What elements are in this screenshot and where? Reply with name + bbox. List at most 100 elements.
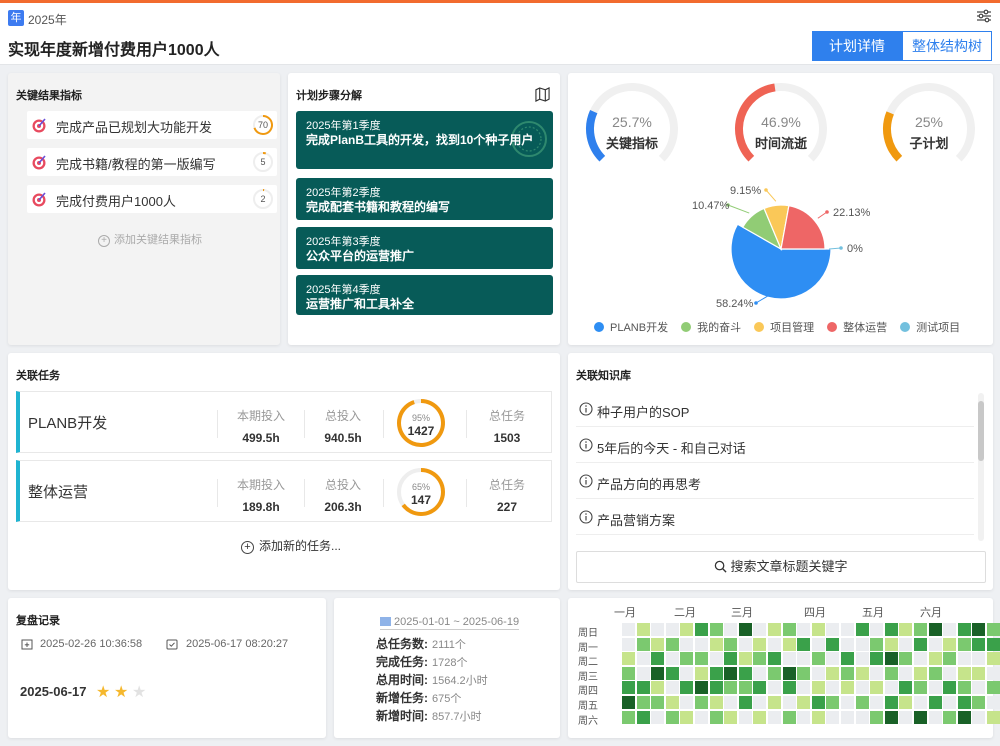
heatmap-day-cell[interactable] <box>972 666 986 680</box>
heatmap-day-cell[interactable] <box>957 696 971 709</box>
task-row[interactable]: 整体运营 本期投入 189.8h 总投入 206.3h 65% 147 总任务 227 <box>16 460 552 522</box>
heatmap-day-cell[interactable] <box>928 652 942 666</box>
heatmap-day-cell[interactable] <box>987 696 1000 709</box>
heatmap-day-cell[interactable] <box>797 710 811 724</box>
heatmap-day-cell[interactable] <box>622 666 635 680</box>
heatmap-day-cell[interactable] <box>665 623 679 636</box>
heatmap-day-cell[interactable] <box>884 710 898 724</box>
heatmap-day-cell[interactable] <box>884 681 898 695</box>
heatmap-day-cell[interactable] <box>709 681 723 695</box>
heatmap-day-cell[interactable] <box>928 666 942 680</box>
heatmap-day-cell[interactable] <box>782 652 796 666</box>
heatmap-day-cell[interactable] <box>914 710 927 724</box>
heatmap-day-cell[interactable] <box>928 710 942 724</box>
heatmap-day-cell[interactable] <box>841 681 854 695</box>
heatmap-day-cell[interactable] <box>636 637 650 651</box>
heatmap-day-cell[interactable] <box>651 623 665 636</box>
heatmap-day-cell[interactable] <box>680 710 694 724</box>
heatmap-day-cell[interactable] <box>957 652 971 666</box>
heatmap-day-cell[interactable] <box>738 710 752 724</box>
settings-sliders-icon[interactable] <box>976 9 992 23</box>
legend-item[interactable]: 我的奋斗 <box>681 319 741 335</box>
heatmap-day-cell[interactable] <box>797 681 811 695</box>
heatmap-day-cell[interactable] <box>695 637 708 651</box>
heatmap-day-cell[interactable] <box>651 637 665 651</box>
heatmap-day-cell[interactable] <box>870 696 884 709</box>
heatmap-day-cell[interactable] <box>797 666 811 680</box>
heatmap-day-cell[interactable] <box>826 666 840 680</box>
knowledge-article-item[interactable]: 种子用户的SOP <box>576 391 974 427</box>
heatmap-day-cell[interactable] <box>665 637 679 651</box>
heatmap-day-cell[interactable] <box>884 652 898 666</box>
heatmap-day-cell[interactable] <box>680 696 694 709</box>
heatmap-day-cell[interactable] <box>709 710 723 724</box>
heatmap-day-cell[interactable] <box>768 681 781 695</box>
knowledge-article-item[interactable]: 产品营销方案 <box>576 499 974 535</box>
heatmap-day-cell[interactable] <box>738 681 752 695</box>
heatmap-day-cell[interactable] <box>914 652 927 666</box>
heatmap-day-cell[interactable] <box>724 696 738 709</box>
heatmap-day-cell[interactable] <box>811 652 825 666</box>
task-row[interactable]: PLANB开发 本期投入 499.5h 总投入 940.5h 95% 1427 总任务 1503 <box>16 391 552 453</box>
heatmap-day-cell[interactable] <box>972 681 986 695</box>
heatmap-day-cell[interactable] <box>724 710 738 724</box>
heatmap-day-cell[interactable] <box>768 623 781 636</box>
heatmap-day-cell[interactable] <box>695 696 708 709</box>
heatmap-day-cell[interactable] <box>622 710 635 724</box>
heatmap-day-cell[interactable] <box>709 652 723 666</box>
heatmap-day-cell[interactable] <box>811 710 825 724</box>
heatmap-day-cell[interactable] <box>636 623 650 636</box>
heatmap-day-cell[interactable] <box>914 696 927 709</box>
heatmap-day-cell[interactable] <box>738 696 752 709</box>
heatmap-day-cell[interactable] <box>943 623 957 636</box>
heatmap-day-cell[interactable] <box>841 652 854 666</box>
add-task-button[interactable]: + 添加新的任务... <box>241 537 341 554</box>
heatmap-day-cell[interactable] <box>695 652 708 666</box>
heatmap-day-cell[interactable] <box>855 681 869 695</box>
key-result-item[interactable]: 完成付费用户1000人 2 <box>27 185 277 213</box>
heatmap-day-cell[interactable] <box>987 666 1000 680</box>
heatmap-day-cell[interactable] <box>899 681 913 695</box>
heatmap-day-cell[interactable] <box>841 623 854 636</box>
heatmap-day-cell[interactable] <box>709 637 723 651</box>
heatmap-day-cell[interactable] <box>826 710 840 724</box>
heatmap-day-cell[interactable] <box>665 652 679 666</box>
heatmap-day-cell[interactable] <box>855 637 869 651</box>
legend-item[interactable]: 整体运营 <box>827 319 887 335</box>
heatmap-day-cell[interactable] <box>943 652 957 666</box>
heatmap-day-cell[interactable] <box>826 652 840 666</box>
heatmap-day-cell[interactable] <box>870 652 884 666</box>
heatmap-day-cell[interactable] <box>914 681 927 695</box>
heatmap-day-cell[interactable] <box>811 696 825 709</box>
heatmap-day-cell[interactable] <box>914 666 927 680</box>
heatmap-day-cell[interactable] <box>782 710 796 724</box>
heatmap-day-cell[interactable] <box>855 666 869 680</box>
heatmap-day-cell[interactable] <box>855 710 869 724</box>
heatmap-day-cell[interactable] <box>797 637 811 651</box>
heatmap-day-cell[interactable] <box>811 637 825 651</box>
heatmap-day-cell[interactable] <box>636 666 650 680</box>
legend-item[interactable]: PLANB开发 <box>594 319 668 335</box>
heatmap-day-cell[interactable] <box>987 637 1000 651</box>
heatmap-day-cell[interactable] <box>753 681 767 695</box>
heatmap-day-cell[interactable] <box>636 652 650 666</box>
heatmap-day-cell[interactable] <box>738 666 752 680</box>
heatmap-day-cell[interactable] <box>724 637 738 651</box>
heatmap-day-cell[interactable] <box>724 623 738 636</box>
heatmap-day-cell[interactable] <box>651 710 665 724</box>
heatmap-day-cell[interactable] <box>680 637 694 651</box>
heatmap-day-cell[interactable] <box>987 681 1000 695</box>
heatmap-day-cell[interactable] <box>972 710 986 724</box>
heatmap-day-cell[interactable] <box>811 666 825 680</box>
heatmap-day-cell[interactable] <box>695 681 708 695</box>
heatmap-day-cell[interactable] <box>928 696 942 709</box>
rating-star-icon[interactable]: ★ <box>132 682 146 702</box>
heatmap-day-cell[interactable] <box>957 681 971 695</box>
heatmap-day-cell[interactable] <box>738 652 752 666</box>
heatmap-day-cell[interactable] <box>753 623 767 636</box>
rating-star-icon[interactable]: ★ <box>114 682 128 702</box>
heatmap-day-cell[interactable] <box>855 652 869 666</box>
heatmap-day-cell[interactable] <box>914 637 927 651</box>
heatmap-day-cell[interactable] <box>987 623 1000 636</box>
heatmap-day-cell[interactable] <box>899 666 913 680</box>
